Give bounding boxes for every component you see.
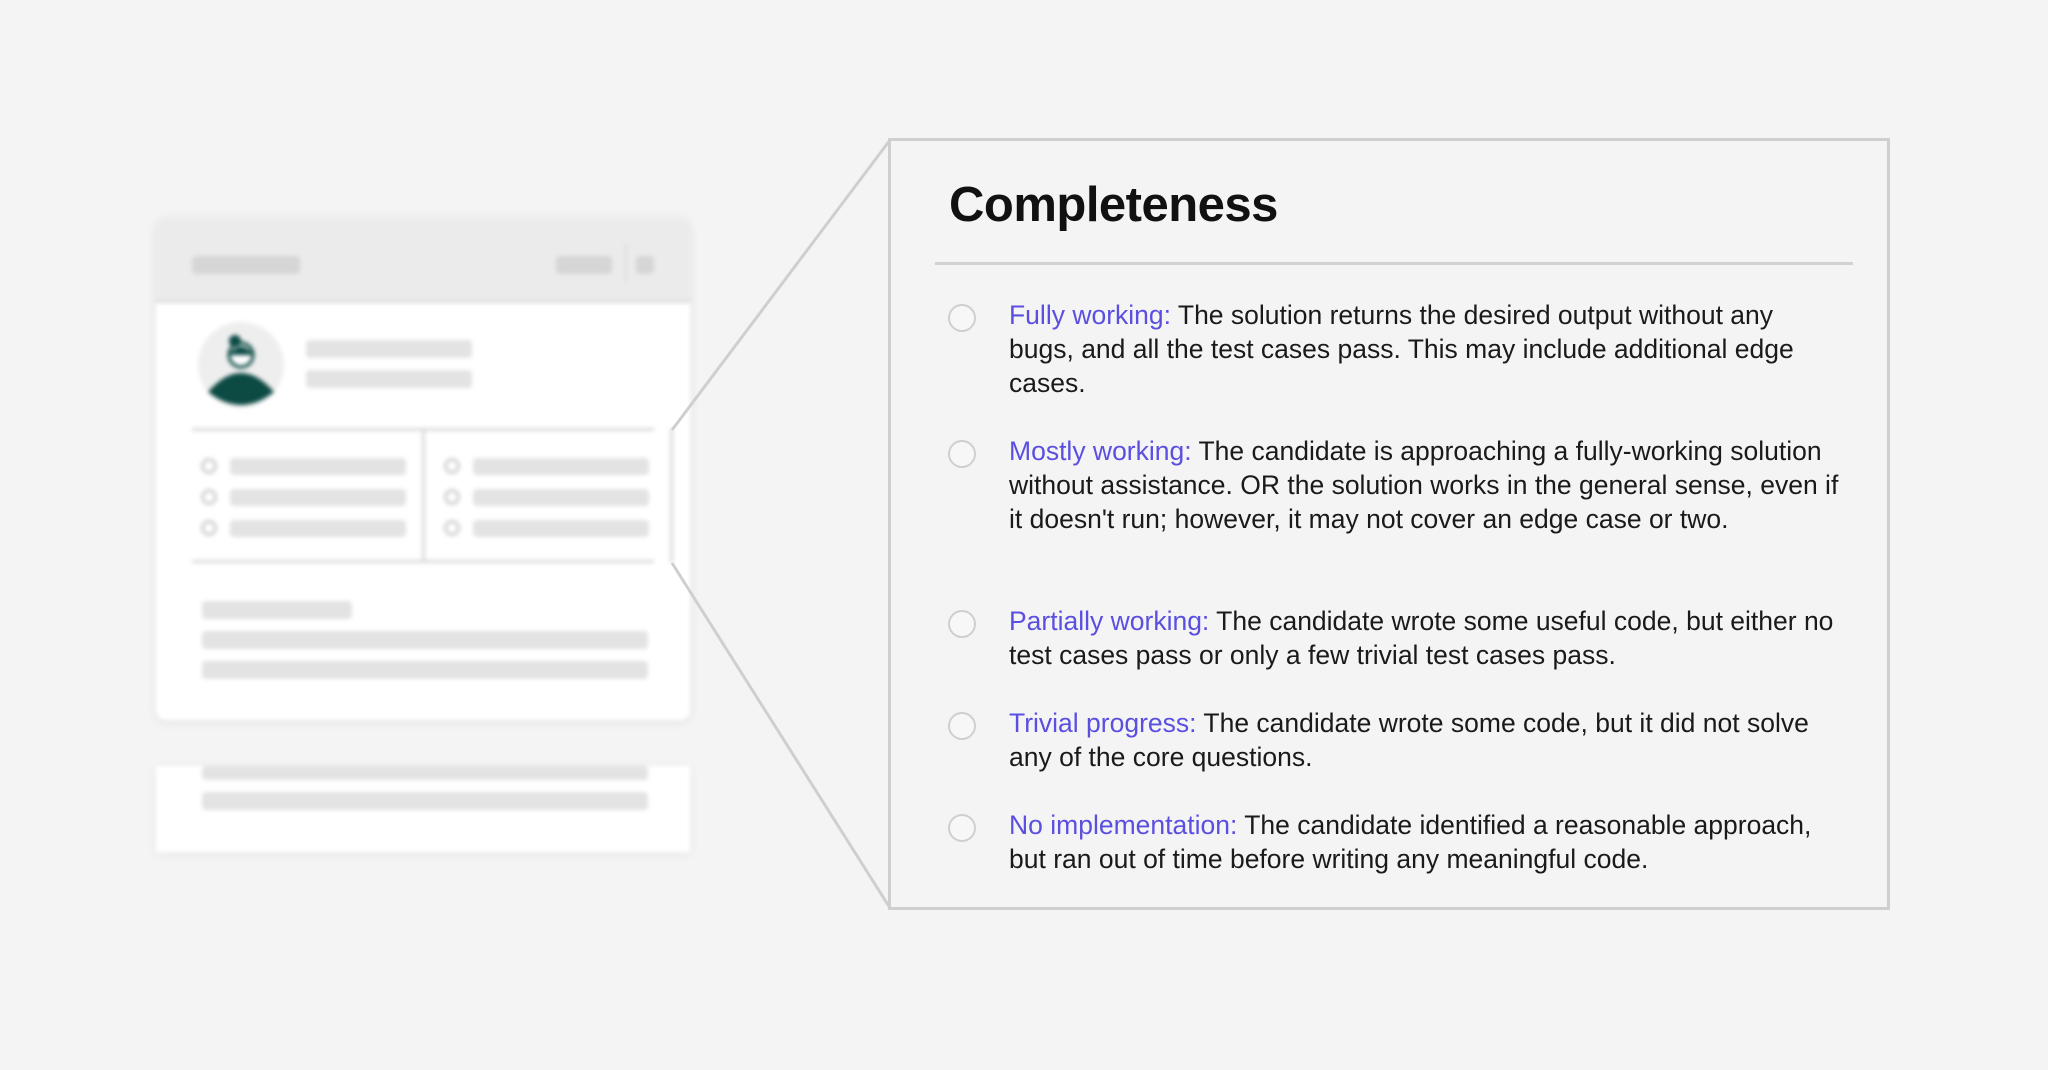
option-label: Mostly working:	[1009, 436, 1192, 466]
radio-empty-icon[interactable]	[948, 304, 976, 332]
radio-empty-icon[interactable]	[948, 712, 976, 740]
option-label: Fully working:	[1009, 300, 1171, 330]
option-label: Partially working:	[1009, 606, 1210, 636]
option-text: Trivial progress: The candidate wrote so…	[1009, 706, 1839, 774]
option-text: Fully working: The solution returns the …	[1009, 298, 1839, 400]
radio-empty-icon[interactable]	[948, 814, 976, 842]
option-label: No implementation:	[1009, 810, 1238, 840]
option-text: Partially working: The candidate wrote s…	[1009, 604, 1839, 672]
title-divider	[935, 262, 1853, 265]
panel-title: Completeness	[949, 178, 1278, 232]
radio-empty-icon[interactable]	[948, 610, 976, 638]
completeness-panel: Completeness Fully working: The solution…	[888, 138, 1890, 910]
option-label: Trivial progress:	[1009, 708, 1197, 738]
radio-empty-icon[interactable]	[948, 440, 976, 468]
option-text: No implementation: The candidate identif…	[1009, 808, 1839, 876]
option-text: Mostly working: The candidate is approac…	[1009, 434, 1839, 536]
